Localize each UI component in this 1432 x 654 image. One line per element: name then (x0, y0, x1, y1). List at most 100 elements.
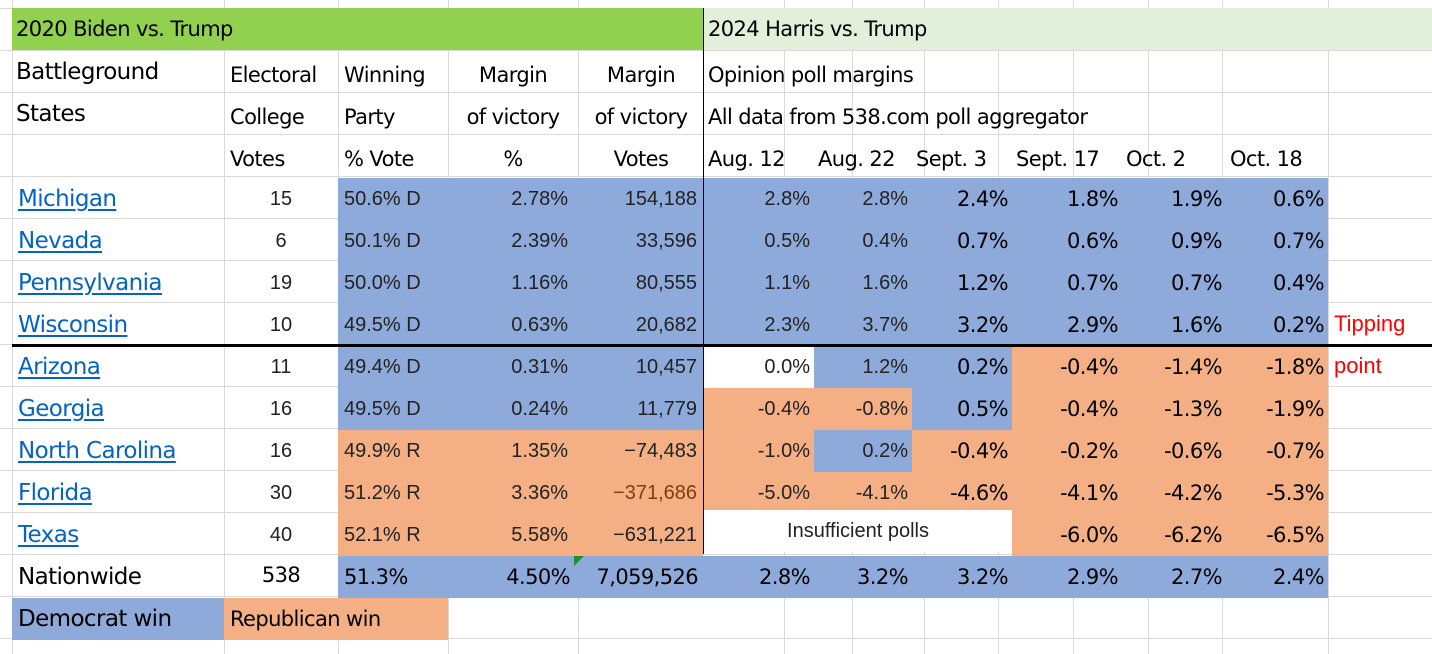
electoral-votes-cell: 19 (269, 272, 293, 294)
electoral-votes-cell: 16 (269, 440, 293, 462)
header-ec-3: Votes (230, 147, 285, 171)
poll-margin-cell: -4.1% (814, 472, 912, 514)
header-state-1: Battleground (16, 59, 159, 85)
winning-party-cell: 49.5% D (338, 304, 448, 346)
winning-party-cell: 49.4% D (338, 346, 448, 388)
poll-margin-cell: 0.7% (1122, 262, 1226, 304)
state-link[interactable]: Wisconsin (18, 312, 128, 338)
margin-votes-cell: −371,686 (578, 472, 703, 514)
poll-margin-cell: -0.7% (1226, 430, 1328, 472)
state-link[interactable]: Georgia (18, 396, 105, 422)
poll-margin-cell: -0.4% (1012, 388, 1122, 430)
header-margin-votes-2: of victory (594, 105, 688, 129)
poll-margin-cell: -4.2% (1122, 472, 1226, 514)
poll-margin-cell: -0.4% (1012, 346, 1122, 388)
header-margin-votes-3: Votes (613, 147, 669, 171)
section-divider (703, 8, 704, 554)
margin-pct-cell: 0.63% (448, 304, 578, 346)
legend-republican-win: Republican win (224, 598, 448, 640)
poll-margin-cell: -6.2% (1122, 514, 1226, 556)
nationwide-poll-cell: 3.2% (912, 556, 1012, 598)
margin-votes-cell: 11,779 (578, 388, 703, 430)
poll-date-header: Oct. 18 (1230, 147, 1303, 171)
header-state-2: States (16, 101, 86, 127)
margin-votes-cell: −74,483 (578, 430, 703, 472)
poll-margin-cell: 0.9% (1122, 220, 1226, 262)
electoral-votes-cell: 6 (275, 230, 287, 252)
poll-date-header: Sept. 17 (1016, 147, 1100, 171)
state-link[interactable]: North Carolina (18, 438, 176, 464)
state-link[interactable]: Nevada (18, 228, 103, 254)
poll-title: Opinion poll margins (708, 63, 914, 87)
poll-margin-cell: -0.6% (1122, 430, 1226, 472)
state-link[interactable]: Florida (18, 480, 93, 506)
table-row-state: Florida (12, 472, 224, 514)
header-party-2: Party (344, 105, 395, 129)
winning-party-cell: 52.1% R (338, 514, 448, 556)
section-header-2024: 2024 Harris vs. Trump (704, 8, 1432, 50)
tipping-point-divider (12, 344, 1432, 347)
poll-margin-cell: 1.2% (814, 346, 912, 388)
winning-party-cell: 50.0% D (338, 262, 448, 304)
table-row-state: Arizona (12, 346, 224, 388)
electoral-votes-cell: 16 (269, 398, 293, 420)
poll-margin-cell: 2.3% (704, 304, 814, 346)
margin-votes-cell: 80,555 (578, 262, 703, 304)
nationwide-ec: 538 (261, 563, 301, 587)
section-header-2020: 2020 Biden vs. Trump (12, 8, 704, 50)
header-ec-1: Electoral (230, 63, 317, 87)
poll-margin-cell: 1.9% (1122, 178, 1226, 220)
poll-margin-cell: 1.8% (1012, 178, 1122, 220)
winning-party-cell: 49.5% D (338, 388, 448, 430)
margin-votes-cell: 33,596 (578, 220, 703, 262)
poll-margin-cell: 2.8% (814, 178, 912, 220)
table-row-state: Texas (12, 514, 224, 556)
gridline (1328, 0, 1329, 654)
poll-margin-cell: 3.2% (912, 304, 1012, 346)
poll-margin-cell: 0.7% (1012, 262, 1122, 304)
nationwide-poll-cell: 2.7% (1122, 556, 1226, 598)
margin-votes-cell: 154,188 (578, 178, 703, 220)
margin-pct-cell: 2.78% (448, 178, 578, 220)
margin-votes-cell: 20,682 (578, 304, 703, 346)
poll-margin-cell: -0.4% (912, 430, 1012, 472)
winning-party-cell: 50.6% D (338, 178, 448, 220)
poll-margin-cell: 0.2% (1226, 304, 1328, 346)
table-row-state: North Carolina (12, 430, 224, 472)
winning-party-cell: 51.2% R (338, 472, 448, 514)
state-link[interactable]: Michigan (18, 186, 117, 212)
margin-votes-cell: 10,457 (578, 346, 703, 388)
nationwide-poll-cell: 2.4% (1226, 556, 1328, 598)
poll-margin-cell: 0.7% (1226, 220, 1328, 262)
table-row-state: Pennsylvania (12, 262, 224, 304)
margin-pct-cell: 0.24% (448, 388, 578, 430)
electoral-votes-cell: 10 (269, 314, 293, 336)
poll-margin-cell: -0.2% (1012, 430, 1122, 472)
cell-error-indicator-icon[interactable] (574, 556, 584, 566)
state-link[interactable]: Pennsylvania (18, 270, 163, 296)
insufficient-polls-cell: Insufficient polls (704, 510, 1012, 552)
poll-margin-cell: -4.6% (912, 472, 1012, 514)
margin-pct-cell: 5.58% (448, 514, 578, 556)
state-link[interactable]: Arizona (18, 354, 101, 380)
header-party-3: % Vote (344, 147, 414, 171)
poll-margin-cell: 2.9% (1012, 304, 1122, 346)
poll-margin-cell: -1.3% (1122, 388, 1226, 430)
header-ec-2: College (230, 105, 305, 129)
poll-margin-cell: 0.4% (814, 220, 912, 262)
nationwide-poll-cell: 2.9% (1012, 556, 1122, 598)
margin-pct-cell: 1.16% (448, 262, 578, 304)
electoral-votes-cell: 11 (270, 356, 292, 378)
nationwide-poll-cell: 2.8% (704, 556, 814, 598)
state-link[interactable]: Texas (18, 522, 79, 548)
poll-margin-cell: 0.2% (814, 430, 912, 472)
poll-date-header: Aug. 22 (818, 147, 895, 171)
nationwide-margin-pct: 4.50% (506, 565, 570, 589)
header-margin-pct-1: Margin (478, 63, 548, 87)
poll-margin-cell: -0.4% (704, 388, 814, 430)
poll-margin-cell: -6.5% (1226, 514, 1328, 556)
poll-margin-cell: -0.8% (814, 388, 912, 430)
margin-pct-cell: 3.36% (448, 472, 578, 514)
poll-margin-cell: 2.4% (912, 178, 1012, 220)
nationwide-poll-cell: 3.2% (814, 556, 912, 598)
